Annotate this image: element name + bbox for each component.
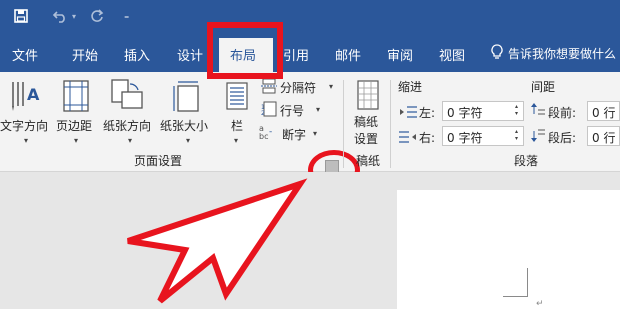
highlight-box [207,22,283,79]
arrow-annotation [127,178,308,304]
